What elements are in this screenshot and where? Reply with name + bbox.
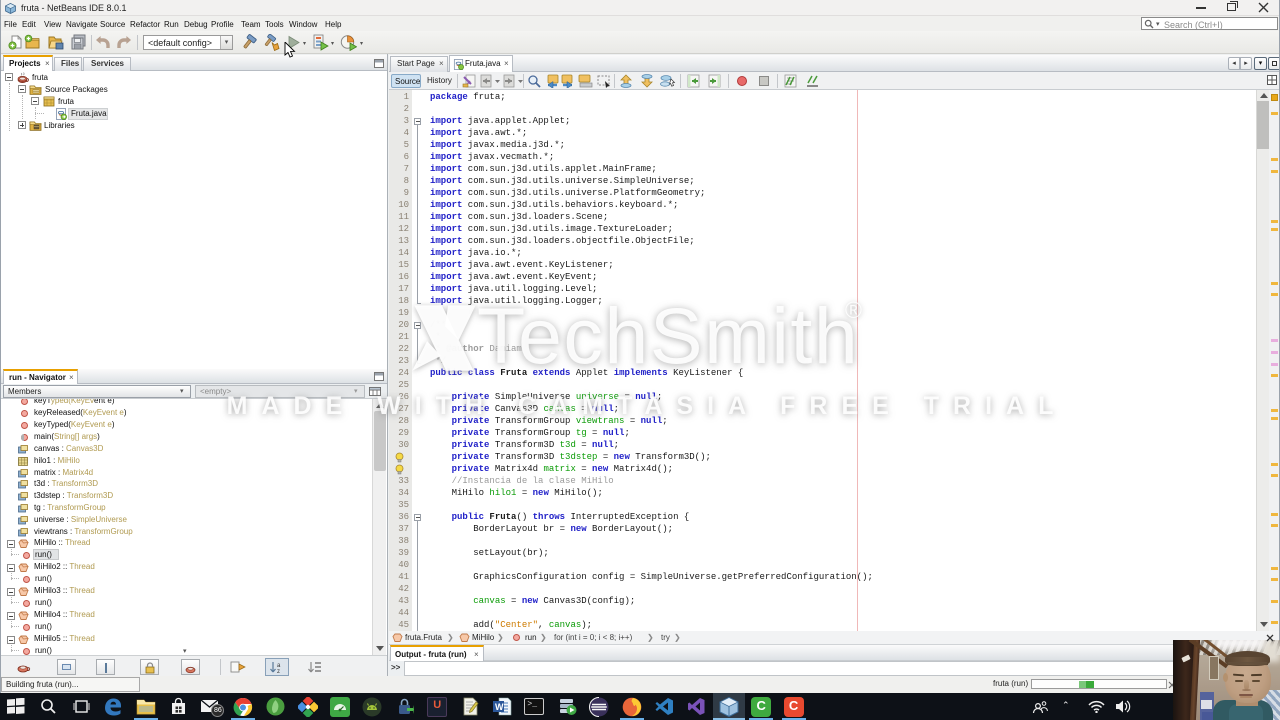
svg-text:z: z	[277, 669, 280, 674]
svg-text:W: W	[495, 702, 504, 712]
